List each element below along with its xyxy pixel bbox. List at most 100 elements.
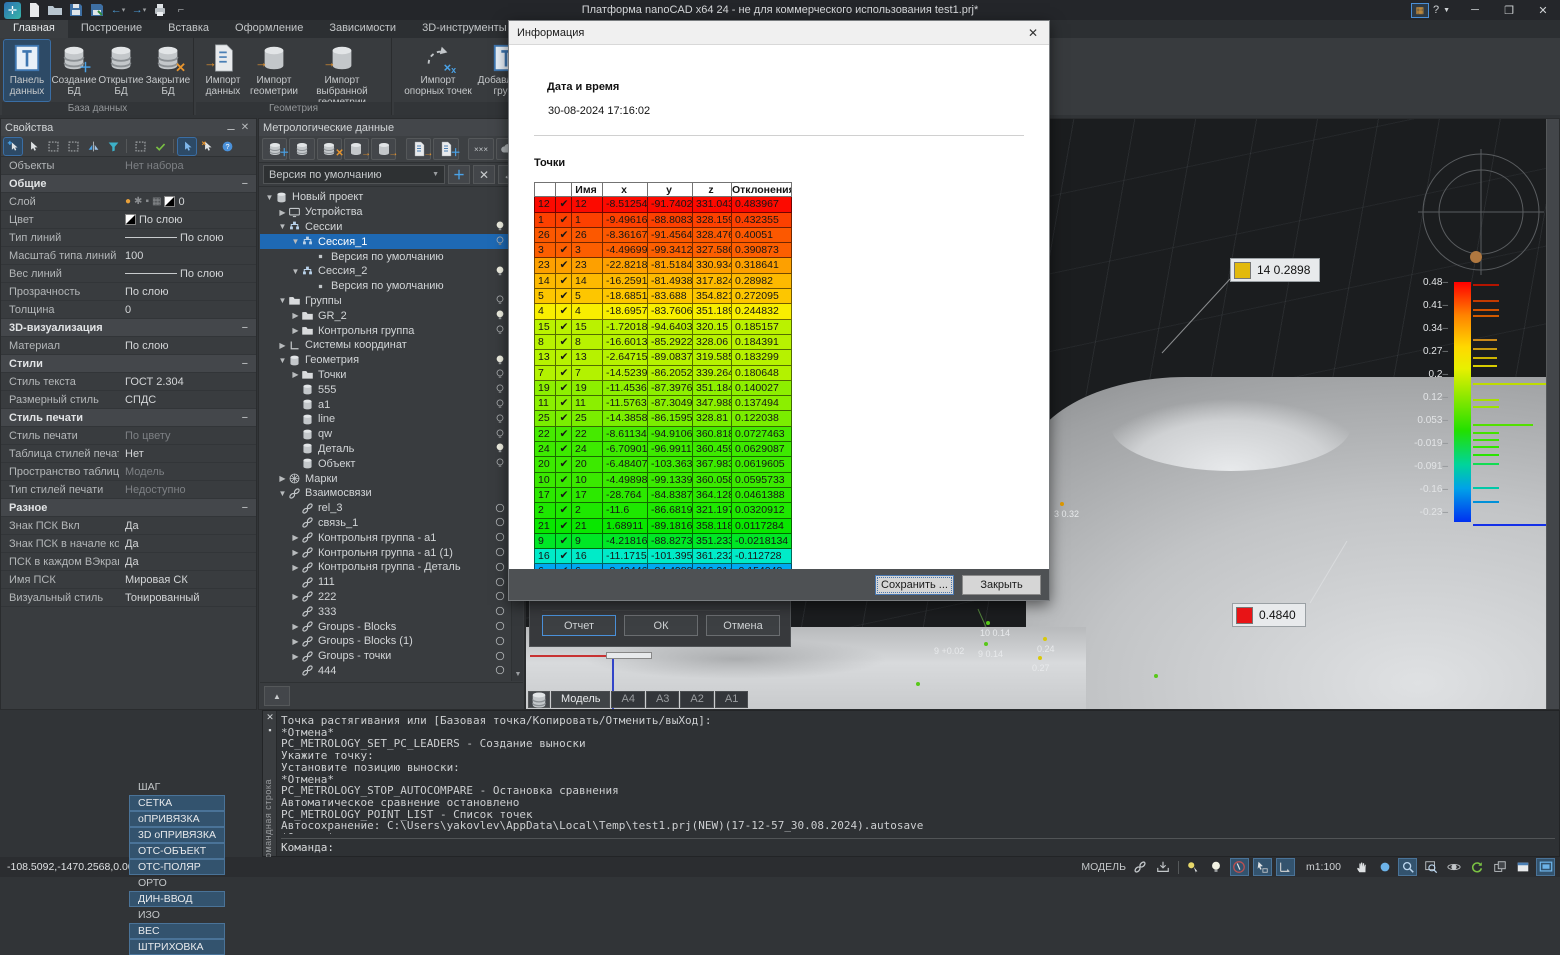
tab-Оформление[interactable]: Оформление [222, 20, 316, 38]
toggle-ВЕС[interactable]: ВЕС [129, 923, 225, 939]
tray-icon[interactable] [1155, 859, 1172, 875]
property-row[interactable]: Стиль текстаГОСТ 2.304 [1, 373, 256, 391]
property-value[interactable]: Модель [119, 466, 256, 478]
ribbon-button-db-add[interactable]: ＋СозданиеБД [51, 40, 97, 101]
expander-icon[interactable]: ▶ [290, 548, 301, 557]
version-select[interactable]: Версия по умолчанию ▼ [263, 165, 445, 184]
sheet-tab-А3[interactable]: А3 [646, 691, 679, 708]
property-value[interactable]: Мировая СК [119, 574, 256, 586]
tree-node-444[interactable]: 444 [260, 664, 511, 679]
property-row[interactable]: ЦветПо слою [1, 211, 256, 229]
checkbox-cell[interactable]: ✔ [555, 457, 571, 472]
expander-icon[interactable]: ▶ [290, 311, 301, 320]
help-icon[interactable]: ? [218, 138, 236, 155]
cursor-x-icon[interactable] [198, 138, 216, 155]
expander-icon[interactable]: ▼ [277, 489, 288, 498]
layer-on-icon[interactable]: ● [125, 196, 131, 207]
layer-color-swatch[interactable] [164, 196, 175, 207]
bulb-off-icon[interactable] [494, 413, 507, 426]
collapse-icon[interactable]: − [242, 412, 256, 424]
command-prompt[interactable]: Команда: [281, 838, 1555, 854]
model-space-label[interactable]: МОДЕЛЬ [1081, 861, 1126, 873]
checkbox-cell[interactable]: ✔ [555, 503, 571, 518]
table-row[interactable]: 13✔13-2.64715-89.0837319.5850.183299 [534, 350, 792, 365]
property-row[interactable]: Таблица стилей печатиНет [1, 445, 256, 463]
points-icon[interactable]: ××× [468, 138, 493, 160]
redo-arrow-icon[interactable]: →▾ [131, 2, 147, 18]
bulb-off-icon[interactable] [494, 398, 507, 411]
workspace-icon[interactable]: ▦ [1411, 3, 1429, 18]
checkbox-cell[interactable]: ✔ [555, 549, 571, 564]
no-select-icon[interactable] [1231, 859, 1248, 875]
table-row[interactable]: 14✔14-16.2591-81.4938317.8240.28982 [534, 274, 792, 289]
tab-Вставка[interactable]: Вставка [155, 20, 222, 38]
orbit-icon[interactable] [1445, 859, 1462, 875]
checkbox-cell[interactable]: ✔ [555, 243, 571, 258]
table-row[interactable]: 5✔5-18.6851-83.688354.8210.272095 [534, 289, 792, 304]
tree-node-Контрольня группа[interactable]: ▶Контрольня группа [260, 323, 511, 338]
property-row[interactable]: Имя ПСКМировая СК [1, 571, 256, 589]
import-db-icon[interactable]: → [344, 138, 369, 160]
print-icon[interactable] [152, 2, 168, 18]
property-value[interactable]: По слою [119, 232, 256, 244]
color-swatch[interactable] [125, 214, 136, 225]
tree-node-Контрольня группа - a1[interactable]: ▶Контрольня группа - a1 [260, 530, 511, 545]
collapse-icon[interactable]: − [242, 178, 256, 190]
property-value[interactable]: ГОСТ 2.304 [119, 376, 256, 388]
add-version-button[interactable]: ＋ [448, 165, 470, 184]
property-row[interactable]: Стиль печатиПо цвету [1, 427, 256, 445]
section-Стили[interactable]: Стили− [1, 355, 256, 373]
property-row[interactable]: ПрозрачностьПо слою [1, 283, 256, 301]
marquee2-icon[interactable] [64, 138, 82, 155]
import-doc-icon[interactable]: → [406, 138, 431, 160]
table-row[interactable]: 16✔16-11.1715-101.395361.232-0.112728 [534, 549, 792, 564]
collapse-icon[interactable]: − [242, 322, 256, 334]
ribbon-button-db-close[interactable]: ✕ЗакрытиеБД [145, 40, 191, 101]
toggle-ОТС-ОБЪЕКТ[interactable]: ОТС-ОБЪЕКТ [129, 843, 225, 859]
section-Общие[interactable]: Общие− [1, 175, 256, 193]
tree-node-Сессия_1[interactable]: ▼Сессия_1 [260, 234, 511, 249]
table-row[interactable]: 4✔4-18.6957-83.7606351.1890.244832 [534, 304, 792, 319]
checkbox-cell[interactable]: ✔ [555, 534, 571, 549]
property-value[interactable]: По слою [119, 286, 256, 298]
toggle-ИЗО[interactable]: ИЗО [129, 907, 225, 923]
bulb-off-icon[interactable] [494, 457, 507, 470]
db-delete-icon[interactable]: ✕ [317, 138, 342, 160]
property-value[interactable]: Да [119, 556, 256, 568]
property-row[interactable]: ПСК в каждом ВЭкранеДа [1, 553, 256, 571]
tree-node-222[interactable]: ▶222 [260, 590, 511, 605]
tree-node-Groups - Blocks[interactable]: ▶Groups - Blocks [260, 619, 511, 634]
property-value[interactable]: Да [119, 538, 256, 550]
checkbox-cell[interactable]: ✔ [555, 411, 571, 426]
property-value[interactable]: Недоступно [119, 484, 256, 496]
toggle-оПРИВЯЗКА[interactable]: оПРИВЯЗКА [129, 811, 225, 827]
tree-node-Объект[interactable]: Объект [260, 456, 511, 471]
delete-version-button[interactable]: ✕ [473, 165, 495, 184]
tree-node-Groups - точки[interactable]: ▶Groups - точки [260, 649, 511, 664]
circle-icon[interactable] [494, 620, 507, 633]
property-value[interactable]: Нет [119, 448, 256, 460]
db-icon[interactable] [289, 138, 314, 160]
expander-icon[interactable]: ▶ [290, 326, 301, 335]
check-icon[interactable] [151, 138, 169, 155]
scroll-down-icon[interactable]: ▼ [512, 669, 524, 681]
toggle-3D оПРИВЯЗКА[interactable]: 3D оПРИВЯЗКА [129, 827, 225, 843]
circle-icon[interactable] [494, 576, 507, 589]
table-row[interactable]: 20✔20-6.48407-103.363367.9830.0619605 [534, 457, 792, 472]
hand-icon[interactable] [1353, 859, 1370, 875]
toggle-ОТС-ПОЛЯР[interactable]: ОТС-ПОЛЯР [129, 859, 225, 875]
collapse-icon[interactable]: − [242, 502, 256, 514]
table-row[interactable]: 21✔211.68911-89.1816358.1180.0117284 [534, 519, 792, 534]
circle-icon[interactable] [494, 664, 507, 677]
property-value[interactable]: Тонированный [119, 592, 256, 604]
ribbon-button-panel-data[interactable]: Панельданных [4, 40, 50, 101]
sheet-tab-Модель[interactable]: Модель [551, 691, 610, 708]
checkbox-cell[interactable]: ✔ [555, 350, 571, 365]
ucs-icon[interactable] [1277, 859, 1294, 875]
checkbox-cell[interactable]: ✔ [555, 519, 571, 534]
bg-dialog-button-Отмена[interactable]: Отмена [706, 615, 780, 636]
pin-icon[interactable]: ⚊ [224, 122, 238, 133]
section-Разное[interactable]: Разное− [1, 499, 256, 517]
expander-icon[interactable]: ▼ [290, 237, 301, 246]
link-icon[interactable] [1132, 859, 1149, 875]
